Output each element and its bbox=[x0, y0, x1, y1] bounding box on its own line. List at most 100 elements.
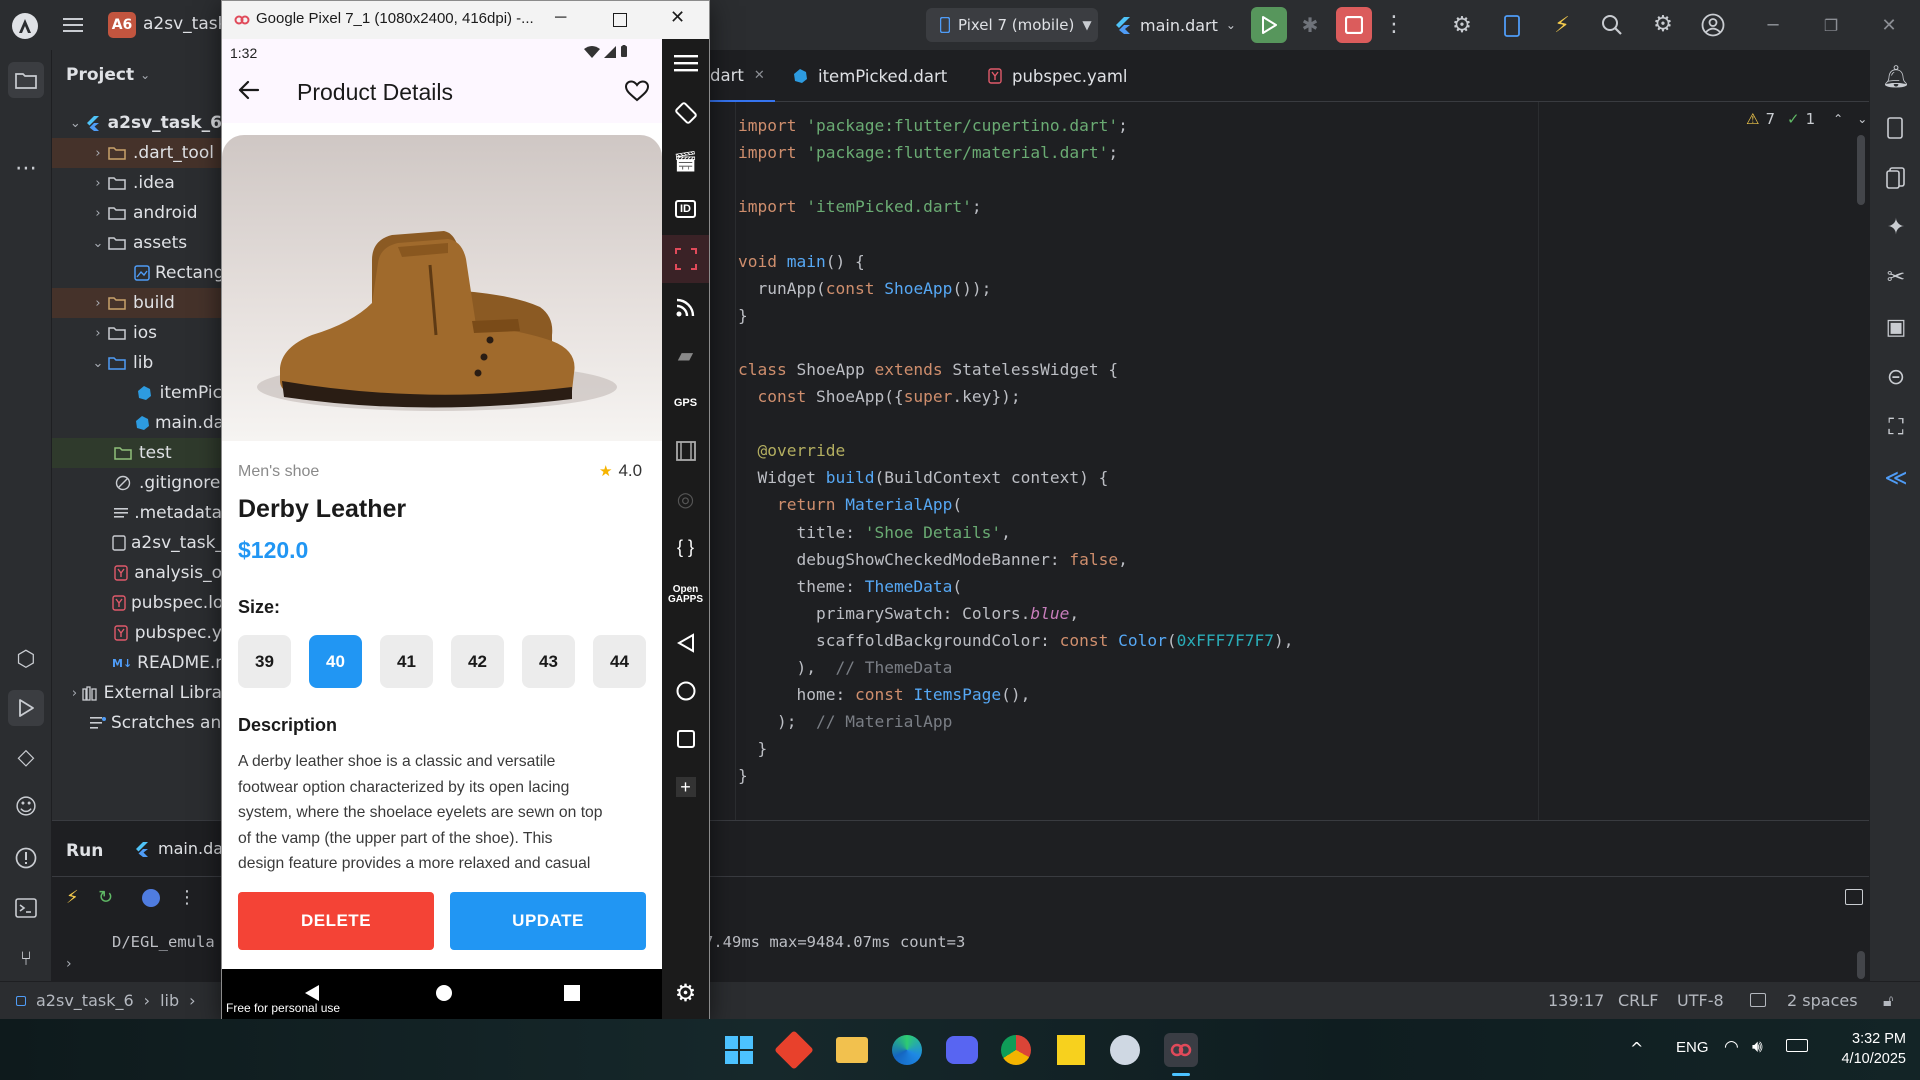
breadcrumb-item[interactable]: a2sv_task_6 bbox=[36, 991, 134, 1010]
project-name[interactable]: a2sv_task bbox=[143, 14, 227, 34]
tab-pubspec-yaml[interactable]: pubspec.yaml bbox=[988, 50, 1127, 102]
code-line[interactable]: title: 'Shoe Details', bbox=[738, 519, 1010, 546]
project-panel-header[interactable]: Project ⌄ bbox=[66, 65, 150, 85]
close-icon[interactable]: ✕ bbox=[754, 68, 765, 83]
running-devices-icon[interactable]: ▣ bbox=[1878, 310, 1914, 346]
run-scrollbar[interactable] bbox=[1857, 951, 1865, 979]
device-selector[interactable]: Pixel 7 (mobile) ▼ bbox=[926, 8, 1098, 42]
editor-scrollbar[interactable] bbox=[1857, 135, 1865, 205]
sd-card-icon[interactable]: ▰ bbox=[662, 331, 709, 379]
tree-item-ios[interactable]: › ios bbox=[52, 318, 222, 348]
hot-reload-icon[interactable]: ⚡ bbox=[66, 887, 79, 908]
sticky-notes-icon[interactable] bbox=[1057, 1035, 1085, 1065]
emulator-taskbar-icon[interactable] bbox=[1164, 1033, 1198, 1067]
tree-item-assets[interactable]: ⌄ assets bbox=[52, 228, 222, 258]
windows-start-icon[interactable] bbox=[725, 1036, 753, 1064]
code-line[interactable]: } bbox=[738, 735, 767, 762]
code-line[interactable]: scaffoldBackgroundColor: const Color(0xF… bbox=[738, 627, 1294, 654]
chevron-down-icon[interactable]: ⌄ bbox=[1857, 112, 1867, 126]
code-line[interactable]: ); // MaterialApp bbox=[738, 708, 952, 735]
breadcrumb-item[interactable]: lib bbox=[160, 991, 179, 1010]
code-line[interactable]: Widget build(BuildContext context) { bbox=[738, 464, 1108, 491]
wifi-icon[interactable]: ◠ bbox=[1724, 1037, 1739, 1057]
tab-itempicked-dart[interactable]: itemPicked.dart bbox=[792, 50, 947, 102]
code-line[interactable]: debugShowCheckedModeBanner: false, bbox=[738, 546, 1127, 573]
app-inspection-icon[interactable]: ⚙ bbox=[1448, 12, 1476, 40]
size-option[interactable]: 39 bbox=[238, 635, 291, 688]
close-icon[interactable]: ✕ bbox=[670, 7, 685, 28]
edge-browser-icon[interactable] bbox=[892, 1035, 922, 1065]
account-icon[interactable] bbox=[1699, 11, 1727, 39]
code-line[interactable]: const ShoeApp({super.key}); bbox=[738, 383, 1020, 410]
lock-icon[interactable]: 🔓︎ bbox=[1883, 991, 1893, 1011]
indent-setting[interactable]: 2 spaces bbox=[1787, 991, 1858, 1010]
tree-item-build[interactable]: › build bbox=[52, 288, 222, 318]
more-vertical-icon[interactable]: ⋮ bbox=[1383, 12, 1405, 38]
code-line[interactable]: } bbox=[738, 302, 748, 329]
app-quality-icon[interactable]: ☺ bbox=[8, 790, 44, 826]
git-branch-icon[interactable]: ⑂ bbox=[8, 940, 44, 976]
notifications-icon[interactable]: 🔔︎ bbox=[1878, 60, 1914, 96]
tree-item-iml[interactable]: a2sv_task_ bbox=[52, 528, 222, 558]
tree-item-lib[interactable]: ⌄ lib bbox=[52, 348, 222, 378]
open-gapps-icon[interactable]: Open GAPPS bbox=[662, 571, 709, 619]
close-icon[interactable]: ✕ bbox=[1874, 12, 1904, 38]
size-option[interactable]: 44 bbox=[593, 635, 646, 688]
code-line[interactable]: @override bbox=[738, 437, 845, 464]
breadcrumb[interactable]: a2sv_task_6 › lib › bbox=[16, 991, 196, 1010]
code-line[interactable]: import 'itemPicked.dart'; bbox=[738, 193, 982, 220]
add-icon[interactable]: + bbox=[662, 763, 709, 811]
code-line[interactable]: import 'package:flutter/material.dart'; bbox=[738, 139, 1118, 166]
chevron-up-icon[interactable]: ⌃ bbox=[1833, 112, 1843, 126]
fingerprint-icon[interactable]: ◎ bbox=[662, 475, 709, 523]
device-manager-icon[interactable] bbox=[1498, 12, 1526, 40]
code-line[interactable]: class ShoeApp extends StatelessWidget { bbox=[738, 356, 1118, 383]
problems-icon[interactable] bbox=[8, 840, 44, 876]
tree-item-external-libraries[interactable]: › External Libra bbox=[52, 678, 222, 708]
run-button[interactable] bbox=[1251, 7, 1287, 43]
code-line[interactable]: home: const ItemsPage(), bbox=[738, 681, 1030, 708]
rss-icon[interactable] bbox=[662, 283, 709, 331]
code-line[interactable]: } bbox=[738, 762, 748, 789]
terminal-icon[interactable] bbox=[8, 890, 44, 926]
tree-item-itempicked[interactable]: itemPic bbox=[52, 378, 222, 408]
nav-recents-icon[interactable] bbox=[564, 985, 580, 1001]
android-studio-taskbar-icon[interactable] bbox=[1110, 1035, 1140, 1065]
discord-icon[interactable] bbox=[946, 1036, 978, 1064]
code-line[interactable]: theme: ThemeData( bbox=[738, 573, 962, 600]
battery-icon[interactable] bbox=[1786, 1039, 1808, 1052]
tree-item-gitignore[interactable]: .gitignore bbox=[52, 468, 222, 498]
debug-icon[interactable]: ✱ bbox=[1297, 12, 1323, 38]
device-mirroring-icon[interactable] bbox=[1878, 160, 1914, 196]
size-option[interactable]: 43 bbox=[522, 635, 575, 688]
tree-item-rectangle[interactable]: Rectang bbox=[52, 258, 222, 288]
settings-gear-icon[interactable]: ⚙ bbox=[1649, 11, 1677, 39]
run-tab-main[interactable]: main.da bbox=[134, 839, 223, 858]
main-menu-icon[interactable] bbox=[60, 13, 86, 37]
update-button[interactable]: UPDATE bbox=[450, 892, 646, 950]
braces-icon[interactable]: { } bbox=[662, 523, 709, 571]
more-horizontal-icon[interactable]: ⋯ bbox=[8, 156, 44, 182]
project-badge[interactable]: A6 bbox=[108, 12, 136, 38]
chrome-icon[interactable] bbox=[1001, 1035, 1031, 1065]
rotate-icon[interactable] bbox=[662, 89, 709, 137]
gem-icon[interactable]: ◇ bbox=[8, 740, 44, 776]
inspection-widget[interactable]: ⚠ 7 ✓ 1 ⌃ ⌄ bbox=[1746, 110, 1867, 128]
tree-item-metadata[interactable]: .metadata bbox=[52, 498, 222, 528]
file-encoding[interactable]: UTF-8 bbox=[1677, 991, 1724, 1010]
delete-button[interactable]: DELETE bbox=[238, 892, 434, 950]
hot-restart-icon[interactable]: ↻ bbox=[98, 887, 113, 908]
caret-position[interactable]: 139:17 bbox=[1548, 991, 1604, 1010]
back-arrow-icon[interactable] bbox=[238, 79, 260, 101]
line-separator[interactable]: CRLF bbox=[1618, 991, 1658, 1010]
layout-icon[interactable] bbox=[1845, 889, 1863, 905]
gps-icon[interactable]: GPS bbox=[662, 379, 709, 427]
tree-item-pubspec-lock[interactable]: pubspec.lo bbox=[52, 588, 222, 618]
settings-gear-icon[interactable]: ⚙ bbox=[662, 969, 709, 1017]
film-icon[interactable] bbox=[662, 427, 709, 475]
tree-item-test[interactable]: test bbox=[52, 438, 222, 468]
tree-item-scratches[interactable]: Scratches and bbox=[52, 708, 222, 738]
back-triangle-icon[interactable] bbox=[662, 619, 709, 667]
link-icon[interactable]: ⊝ bbox=[1878, 360, 1914, 396]
overview-square-icon[interactable] bbox=[662, 715, 709, 763]
